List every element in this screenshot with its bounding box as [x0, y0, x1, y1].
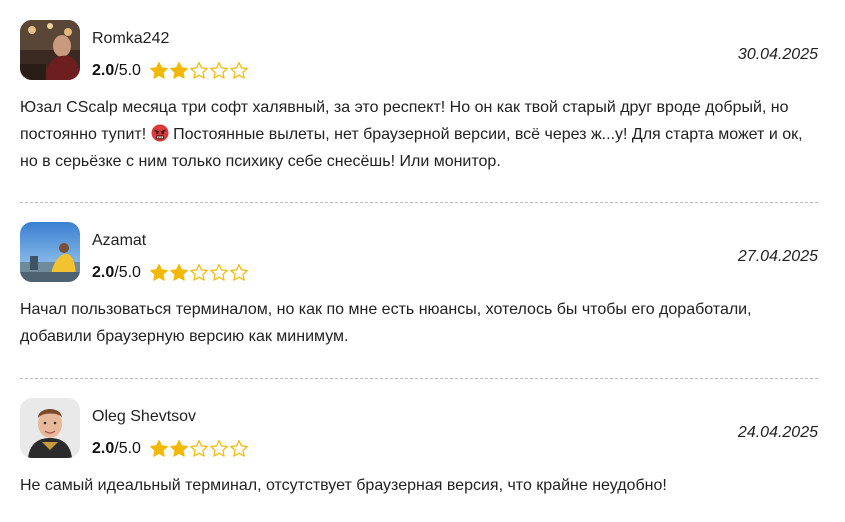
review-divider	[20, 378, 818, 379]
review-date: 24.04.2025	[737, 424, 818, 441]
star-empty-icon	[189, 61, 209, 81]
review-header: Azamat 2.0 /5.0 27.04.2025	[20, 222, 818, 284]
star-empty-icon	[229, 61, 249, 81]
review-item: Oleg Shevtsov 2.0 /5.0 24.04.2025 Не сам…	[20, 398, 818, 499]
angry-face-icon	[151, 124, 169, 142]
avatar-azamat-image	[20, 222, 80, 282]
review-date: 27.04.2025	[737, 248, 818, 265]
review-date: 30.04.2025	[737, 46, 818, 63]
star-filled-icon	[149, 61, 169, 81]
review-item: Romka242 2.0 /5.0 30.04.2025 Юзал CScalp…	[20, 20, 818, 175]
reviews-list: Romka242 2.0 /5.0 30.04.2025 Юзал CScalp…	[0, 0, 845, 522]
star-rating	[149, 263, 249, 283]
review-header: Oleg Shevtsov 2.0 /5.0 24.04.2025	[20, 398, 818, 460]
rating: 2.0 /5.0	[92, 438, 249, 460]
star-rating	[149, 439, 249, 459]
review-text: Начал пользоваться терминалом, но как по…	[20, 301, 752, 345]
star-empty-icon	[209, 439, 229, 459]
review-item: Azamat 2.0 /5.0 27.04.2025 Начал пользов…	[20, 222, 818, 350]
review-divider	[20, 202, 818, 203]
star-filled-icon	[149, 439, 169, 459]
rating: 2.0 /5.0	[92, 262, 249, 284]
star-empty-icon	[209, 61, 229, 81]
rating: 2.0 /5.0	[92, 60, 249, 82]
author-name: Azamat	[92, 232, 147, 249]
star-empty-icon	[229, 439, 249, 459]
rating-value: 2.0	[92, 440, 115, 457]
avatar-romka242-image	[20, 20, 80, 80]
star-empty-icon	[209, 263, 229, 283]
rating-max: /5.0	[114, 264, 141, 281]
star-filled-icon	[169, 61, 189, 81]
star-empty-icon	[189, 439, 209, 459]
review-header: Romka242 2.0 /5.0 30.04.2025	[20, 20, 818, 82]
star-empty-icon	[189, 263, 209, 283]
author-name: Oleg Shevtsov	[92, 408, 197, 425]
author-name: Romka242	[92, 30, 170, 47]
rating-value: 2.0	[92, 62, 115, 79]
star-rating	[149, 61, 249, 81]
avatar	[20, 398, 80, 458]
review-text: Не самый идеальный терминал, отсутствует…	[20, 477, 667, 494]
rating-max: /5.0	[114, 62, 141, 79]
avatar-oleg-shevtsov-image	[20, 398, 80, 458]
rating-max: /5.0	[114, 440, 141, 457]
avatar	[20, 222, 80, 282]
review-text: Юзал CScalp месяца три софт халявный, за…	[20, 94, 818, 175]
avatar	[20, 20, 80, 80]
star-filled-icon	[169, 263, 189, 283]
star-empty-icon	[229, 263, 249, 283]
rating-value: 2.0	[92, 264, 115, 281]
star-filled-icon	[149, 263, 169, 283]
star-filled-icon	[169, 439, 189, 459]
